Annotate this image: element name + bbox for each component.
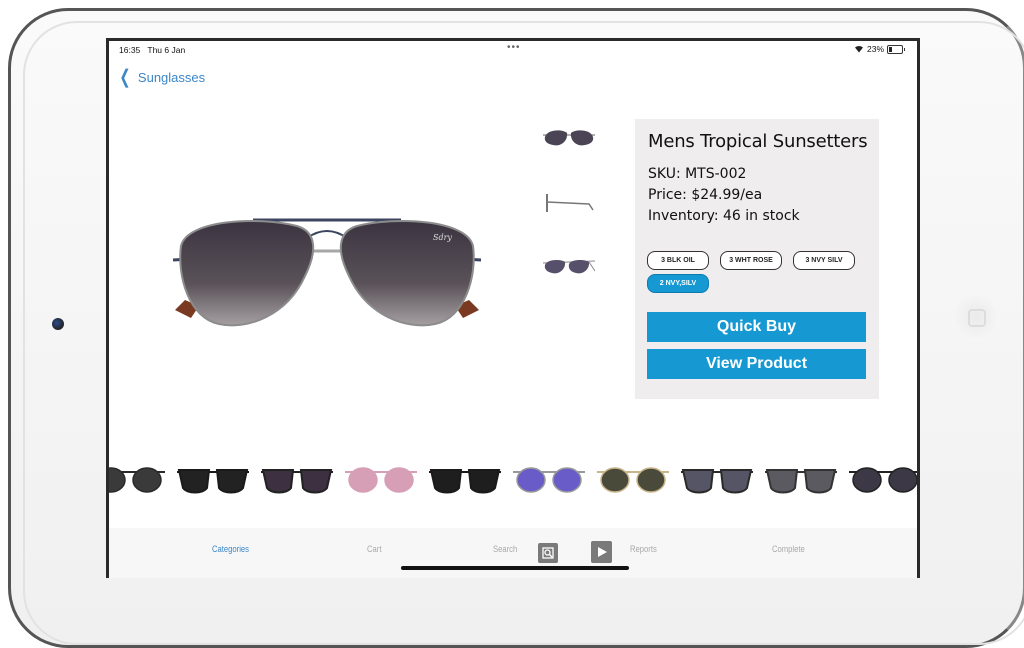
play-icon (597, 547, 607, 557)
variant-option-selected[interactable]: 2 NVY,SILV (647, 274, 709, 293)
thumbnail-side[interactable] (541, 184, 597, 222)
carousel-item-square-black[interactable] (175, 460, 251, 500)
back-button[interactable]: ❮ Sunglasses (117, 68, 205, 87)
wifi-icon (854, 45, 863, 53)
carousel-item-round-gold[interactable] (595, 460, 671, 500)
product-price: Price: $24.99/ea (648, 187, 763, 203)
product-main-image: Sdry (172, 218, 482, 327)
carousel-item-aviator-mirror[interactable] (511, 460, 587, 500)
thumbnail-front[interactable] (541, 119, 597, 157)
tab-reports[interactable]: Reports (630, 544, 657, 554)
product-inventory: Inventory: 46 in stock (648, 208, 800, 224)
carousel-item-square-grey[interactable] (763, 460, 839, 500)
view-product-button[interactable]: View Product (647, 349, 866, 379)
home-indicator[interactable] (401, 566, 629, 570)
thumbnail-angle[interactable] (541, 249, 597, 287)
tab-cart[interactable]: Cart (367, 544, 381, 554)
svg-text:Sdry: Sdry (433, 233, 452, 242)
magnifier-icon (542, 547, 554, 559)
variant-option[interactable]: 3 NVY SILV (793, 251, 855, 270)
product-carousel[interactable] (109, 457, 920, 503)
screen-search-button[interactable] (538, 543, 558, 563)
tab-bar: Categories Cart Search Reports Complete (109, 528, 917, 578)
tab-categories[interactable]: Categories (212, 544, 249, 554)
tab-search[interactable]: Search (493, 544, 517, 554)
carousel-item-cat-eye-dark[interactable] (259, 460, 335, 500)
thumbnail-list (541, 119, 597, 314)
product-details: SKU: MTS-002 Price: $24.99/ea Inventory:… (648, 164, 800, 227)
carousel-item-round-pink[interactable] (343, 460, 419, 500)
carousel-item-wayfarer-black[interactable] (427, 460, 503, 500)
status-time: 16:35 Thu 6 Jan (119, 45, 186, 55)
variant-option[interactable]: 3 WHT ROSE (720, 251, 782, 270)
battery-icon (887, 44, 905, 54)
battery-percent: 23% (866, 44, 884, 54)
product-info-card: Mens Tropical Sunsetters SKU: MTS-002 Pr… (635, 119, 879, 399)
tab-complete[interactable]: Complete (772, 544, 805, 554)
carousel-item-round-dark[interactable] (109, 460, 167, 500)
quick-buy-button[interactable]: Quick Buy (647, 312, 866, 342)
status-bar: 16:35 Thu 6 Jan ••• 23% (109, 41, 917, 59)
carousel-item-clubmaster-grey[interactable] (679, 460, 755, 500)
front-camera (52, 318, 64, 330)
multitask-dots[interactable]: ••• (507, 42, 521, 53)
chevron-left-icon: ❮ (119, 67, 131, 88)
back-label: Sunglasses (137, 70, 206, 85)
variant-selector: 3 BLK OIL 3 WHT ROSE 3 NVY SILV 2 NVY,SI… (647, 251, 875, 293)
product-sku: SKU: MTS-002 (648, 166, 747, 182)
variant-option[interactable]: 3 BLK OIL (647, 251, 709, 270)
carousel-item-round-navy[interactable] (847, 460, 920, 500)
app-screen: 16:35 Thu 6 Jan ••• 23% ❮ Sunglasses Sdr… (106, 38, 920, 578)
status-right: 23% (854, 44, 905, 54)
play-button[interactable] (591, 541, 612, 563)
home-button[interactable] (952, 293, 1000, 341)
product-title: Mens Tropical Sunsetters (648, 131, 868, 152)
